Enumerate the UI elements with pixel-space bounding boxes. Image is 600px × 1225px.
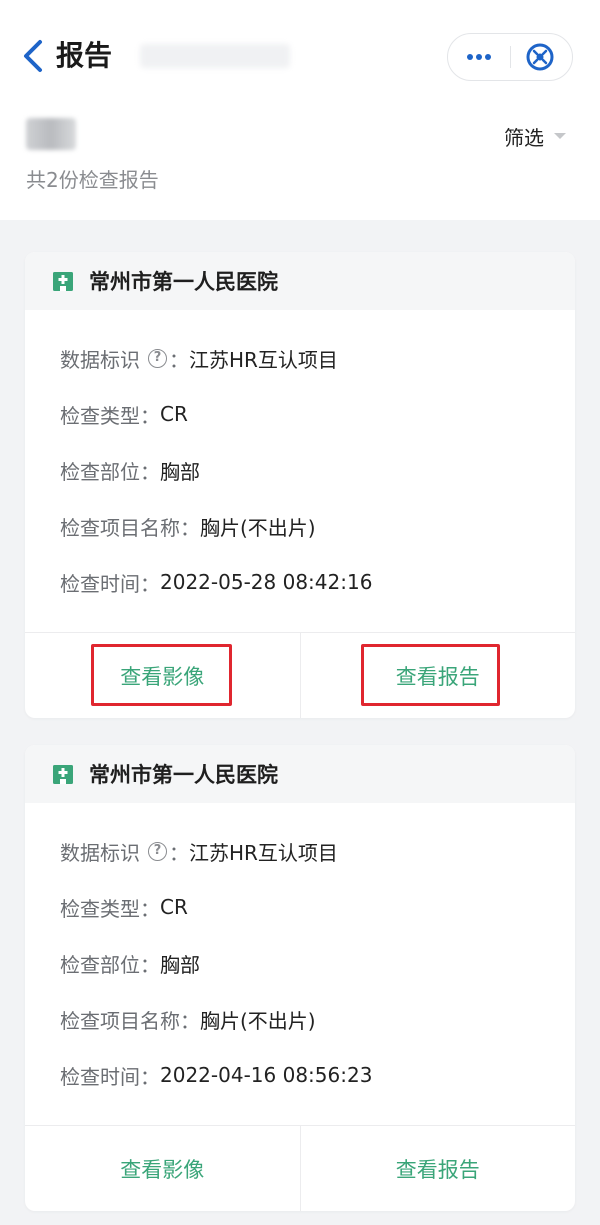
page-title: 报告 <box>56 39 113 72</box>
view-report-button[interactable]: 查看报告 <box>299 1126 576 1211</box>
hospital-icon <box>53 272 73 291</box>
field-exam-type: 检查类型： CR <box>60 386 575 442</box>
field-exam-time: 检查时间： 2022-05-28 08:42:16 <box>60 554 575 610</box>
field-value: CR <box>160 895 188 919</box>
highlight-box <box>360 644 500 706</box>
view-image-button[interactable]: 查看影像 <box>25 633 300 718</box>
close-target-icon <box>526 43 554 71</box>
card-header: 常州市第一人民医院 <box>25 252 575 310</box>
field-exam-item: 检查项目名称： 胸片(不出片) <box>60 498 575 554</box>
field-exam-site: 检查部位： 胸部 <box>60 935 575 991</box>
field-data-tag: 数据标识 ? ： 江苏HR互认项目 <box>60 823 575 879</box>
help-icon[interactable]: ? <box>148 348 167 368</box>
blurred-title-region <box>140 44 290 68</box>
field-colon: ： <box>169 347 189 372</box>
field-exam-site: 检查部位： 胸部 <box>60 442 575 498</box>
field-label: 检查类型： <box>60 403 160 428</box>
list-header: 筛选 共2份检查报告 <box>0 110 600 220</box>
mini-program-capsule <box>447 33 573 81</box>
field-value: 胸片(不出片) <box>200 1008 316 1033</box>
field-label: 检查项目名称： <box>60 515 200 540</box>
field-colon: ： <box>169 840 189 865</box>
more-dots-icon <box>467 54 473 60</box>
field-value: 胸片(不出片) <box>200 515 316 540</box>
more-button[interactable] <box>448 34 510 80</box>
field-data-tag: 数据标识 ? ： 江苏HR互认项目 <box>60 330 575 386</box>
report-card: 常州市第一人民医院 数据标识 ? ： 江苏HR互认项目 检查类型： CR 检查部… <box>25 745 575 1211</box>
view-image-label: 查看影像 <box>120 1157 205 1182</box>
hospital-name: 常州市第一人民医院 <box>89 763 278 787</box>
back-button[interactable] <box>20 38 46 74</box>
field-label: 数据标识 <box>60 840 140 865</box>
field-label: 检查项目名称： <box>60 1008 200 1033</box>
more-dots-icon <box>485 54 491 60</box>
blurred-patient-name <box>26 118 76 150</box>
field-exam-time: 检查时间： 2022-04-16 08:56:23 <box>60 1047 575 1103</box>
field-exam-item: 检查项目名称： 胸片(不出片) <box>60 991 575 1047</box>
highlight-box <box>91 644 232 706</box>
view-report-button[interactable]: 查看报告 <box>299 633 576 718</box>
card-body: 数据标识 ? ： 江苏HR互认项目 检查类型： CR 检查部位： 胸部 检查项目… <box>25 310 575 632</box>
report-card: 常州市第一人民医院 数据标识 ? ： 江苏HR互认项目 检查类型： CR 检查部… <box>25 252 575 718</box>
help-icon[interactable]: ? <box>148 841 167 861</box>
card-body: 数据标识 ? ： 江苏HR互认项目 检查类型： CR 检查部位： 胸部 检查项目… <box>25 803 575 1125</box>
field-label: 检查部位： <box>60 952 160 977</box>
field-exam-type: 检查类型： CR <box>60 879 575 935</box>
caret-down-icon <box>554 133 566 139</box>
more-dots-icon <box>476 54 482 60</box>
field-label: 检查时间： <box>60 571 160 596</box>
field-value: 胸部 <box>160 459 200 484</box>
view-report-label: 查看报告 <box>395 1157 480 1182</box>
report-count: 共2份检查报告 <box>26 168 159 192</box>
field-label: 检查时间： <box>60 1064 160 1089</box>
hospital-name: 常州市第一人民医院 <box>89 270 278 294</box>
field-value: 江苏HR互认项目 <box>189 347 338 372</box>
field-value: CR <box>160 402 188 426</box>
top-nav-bar: 报告 <box>0 0 600 110</box>
close-button[interactable] <box>511 34 573 80</box>
card-actions: 查看影像 查看报告 <box>25 632 575 718</box>
card-header: 常州市第一人民医院 <box>25 745 575 803</box>
field-label: 数据标识 <box>60 347 140 372</box>
filter-button[interactable]: 筛选 <box>504 120 566 152</box>
field-label: 检查部位： <box>60 459 160 484</box>
field-value: 江苏HR互认项目 <box>189 840 338 865</box>
filter-label: 筛选 <box>504 125 544 150</box>
field-label: 检查类型： <box>60 896 160 921</box>
field-value: 2022-04-16 08:56:23 <box>160 1063 373 1087</box>
field-value: 胸部 <box>160 952 200 977</box>
view-image-button[interactable]: 查看影像 <box>25 1126 300 1211</box>
card-actions: 查看影像 查看报告 <box>25 1125 575 1211</box>
field-value: 2022-05-28 08:42:16 <box>160 570 373 594</box>
chevron-left-icon <box>24 40 42 72</box>
hospital-icon <box>53 765 73 784</box>
